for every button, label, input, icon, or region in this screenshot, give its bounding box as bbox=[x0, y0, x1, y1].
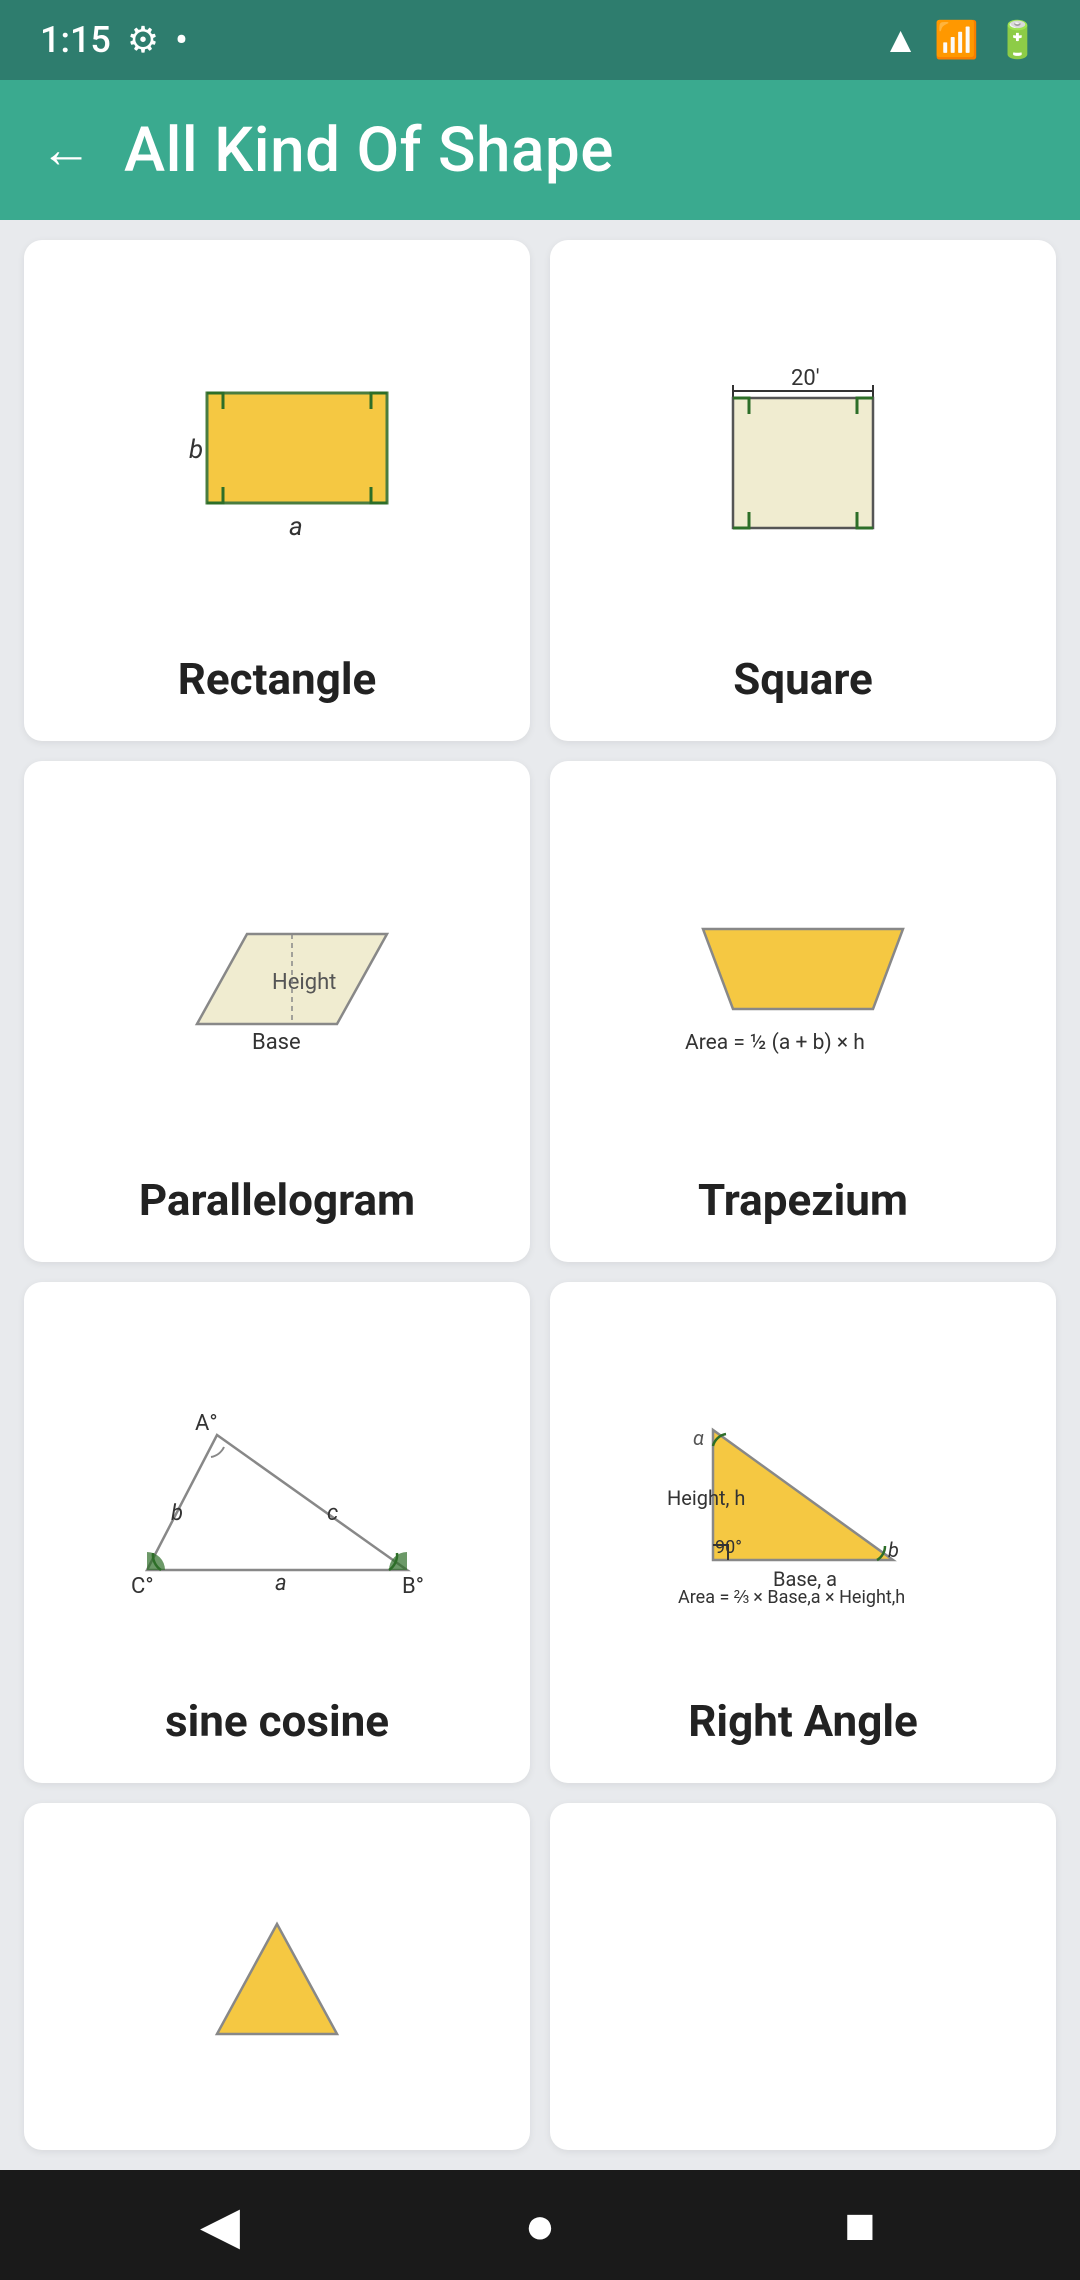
parallelogram-image: Height Base bbox=[48, 801, 506, 1146]
svg-text:Area = ½ (a + b) × h: Area = ½ (a + b) × h bbox=[685, 1031, 865, 1055]
square-label: Square bbox=[733, 653, 873, 705]
right-angle-label: Right Angle bbox=[688, 1695, 918, 1747]
svg-text:Height, h: Height, h bbox=[667, 1486, 745, 1510]
trapezium-label: Trapezium bbox=[698, 1174, 908, 1226]
app-bar: ← All Kind Of Shape bbox=[0, 80, 1080, 220]
page-title: All Kind Of Shape bbox=[124, 114, 614, 187]
settings-icon: ⚙ bbox=[127, 19, 159, 61]
svg-text:b: b bbox=[189, 435, 203, 465]
trapezium-card[interactable]: Area = ½ (a + b) × h Trapezium bbox=[550, 761, 1056, 1262]
svg-text:20': 20' bbox=[791, 366, 820, 391]
square-card[interactable]: 20' Square bbox=[550, 240, 1056, 741]
status-time: 1:15 bbox=[40, 19, 111, 61]
svg-text:a: a bbox=[275, 1571, 287, 1596]
card7[interactable] bbox=[24, 1803, 530, 2150]
svg-text:a: a bbox=[289, 512, 303, 542]
status-left: 1:15 ⚙ • bbox=[40, 19, 188, 61]
parallelogram-label: Parallelogram bbox=[139, 1174, 415, 1226]
rectangle-image: b a bbox=[48, 280, 506, 625]
svg-text:A°: A° bbox=[195, 1411, 218, 1436]
trapezium-image: Area = ½ (a + b) × h bbox=[574, 801, 1032, 1146]
status-right: ▲ 📶 🔋 bbox=[883, 19, 1040, 61]
dot-icon: • bbox=[175, 19, 188, 61]
rectangle-label: Rectangle bbox=[178, 653, 377, 705]
nav-back-button[interactable]: ◀ bbox=[180, 2185, 260, 2265]
shapes-grid: b a Rectangle 20' Squa bbox=[0, 220, 1080, 2170]
svg-text:C°: C° bbox=[131, 1574, 154, 1599]
square-image: 20' bbox=[574, 280, 1032, 625]
svg-text:90°: 90° bbox=[715, 1537, 742, 1558]
svg-text:Area = ⅔ × Base,a × Height,h: Area = ⅔ × Base,a × Height,h bbox=[678, 1587, 905, 1608]
rectangle-card[interactable]: b a Rectangle bbox=[24, 240, 530, 741]
parallelogram-card[interactable]: Height Base Parallelogram bbox=[24, 761, 530, 1262]
wifi-icon: ▲ bbox=[883, 19, 919, 61]
back-button[interactable]: ← bbox=[40, 124, 92, 176]
signal-icon: 📶 bbox=[934, 19, 979, 61]
bottom-nav: ◀ ● ■ bbox=[0, 2170, 1080, 2280]
sine-cosine-card[interactable]: A° C° B° b c a sine cosine bbox=[24, 1282, 530, 1783]
svg-text:α: α bbox=[693, 1426, 704, 1450]
svg-text:b: b bbox=[171, 1501, 183, 1526]
nav-home-button[interactable]: ● bbox=[500, 2185, 580, 2265]
nav-recents-button[interactable]: ■ bbox=[820, 2185, 900, 2265]
svg-text:B°: B° bbox=[402, 1574, 424, 1599]
svg-text:Height: Height bbox=[272, 970, 336, 995]
card7-image bbox=[48, 1843, 506, 2114]
svg-text:b: b bbox=[888, 1538, 899, 1562]
card8-image bbox=[574, 1843, 1032, 2114]
right-angle-image: 90° α b Height, h Base, a Area = ⅔ × Bas… bbox=[574, 1322, 1032, 1667]
card8[interactable] bbox=[550, 1803, 1056, 2150]
sine-cosine-image: A° C° B° b c a bbox=[48, 1322, 506, 1667]
battery-icon: 🔋 bbox=[995, 19, 1040, 61]
svg-text:c: c bbox=[327, 1501, 338, 1526]
sine-cosine-label: sine cosine bbox=[165, 1695, 389, 1747]
status-bar: 1:15 ⚙ • ▲ 📶 🔋 bbox=[0, 0, 1080, 80]
svg-text:Base: Base bbox=[252, 1030, 301, 1055]
right-angle-card[interactable]: 90° α b Height, h Base, a Area = ⅔ × Bas… bbox=[550, 1282, 1056, 1783]
